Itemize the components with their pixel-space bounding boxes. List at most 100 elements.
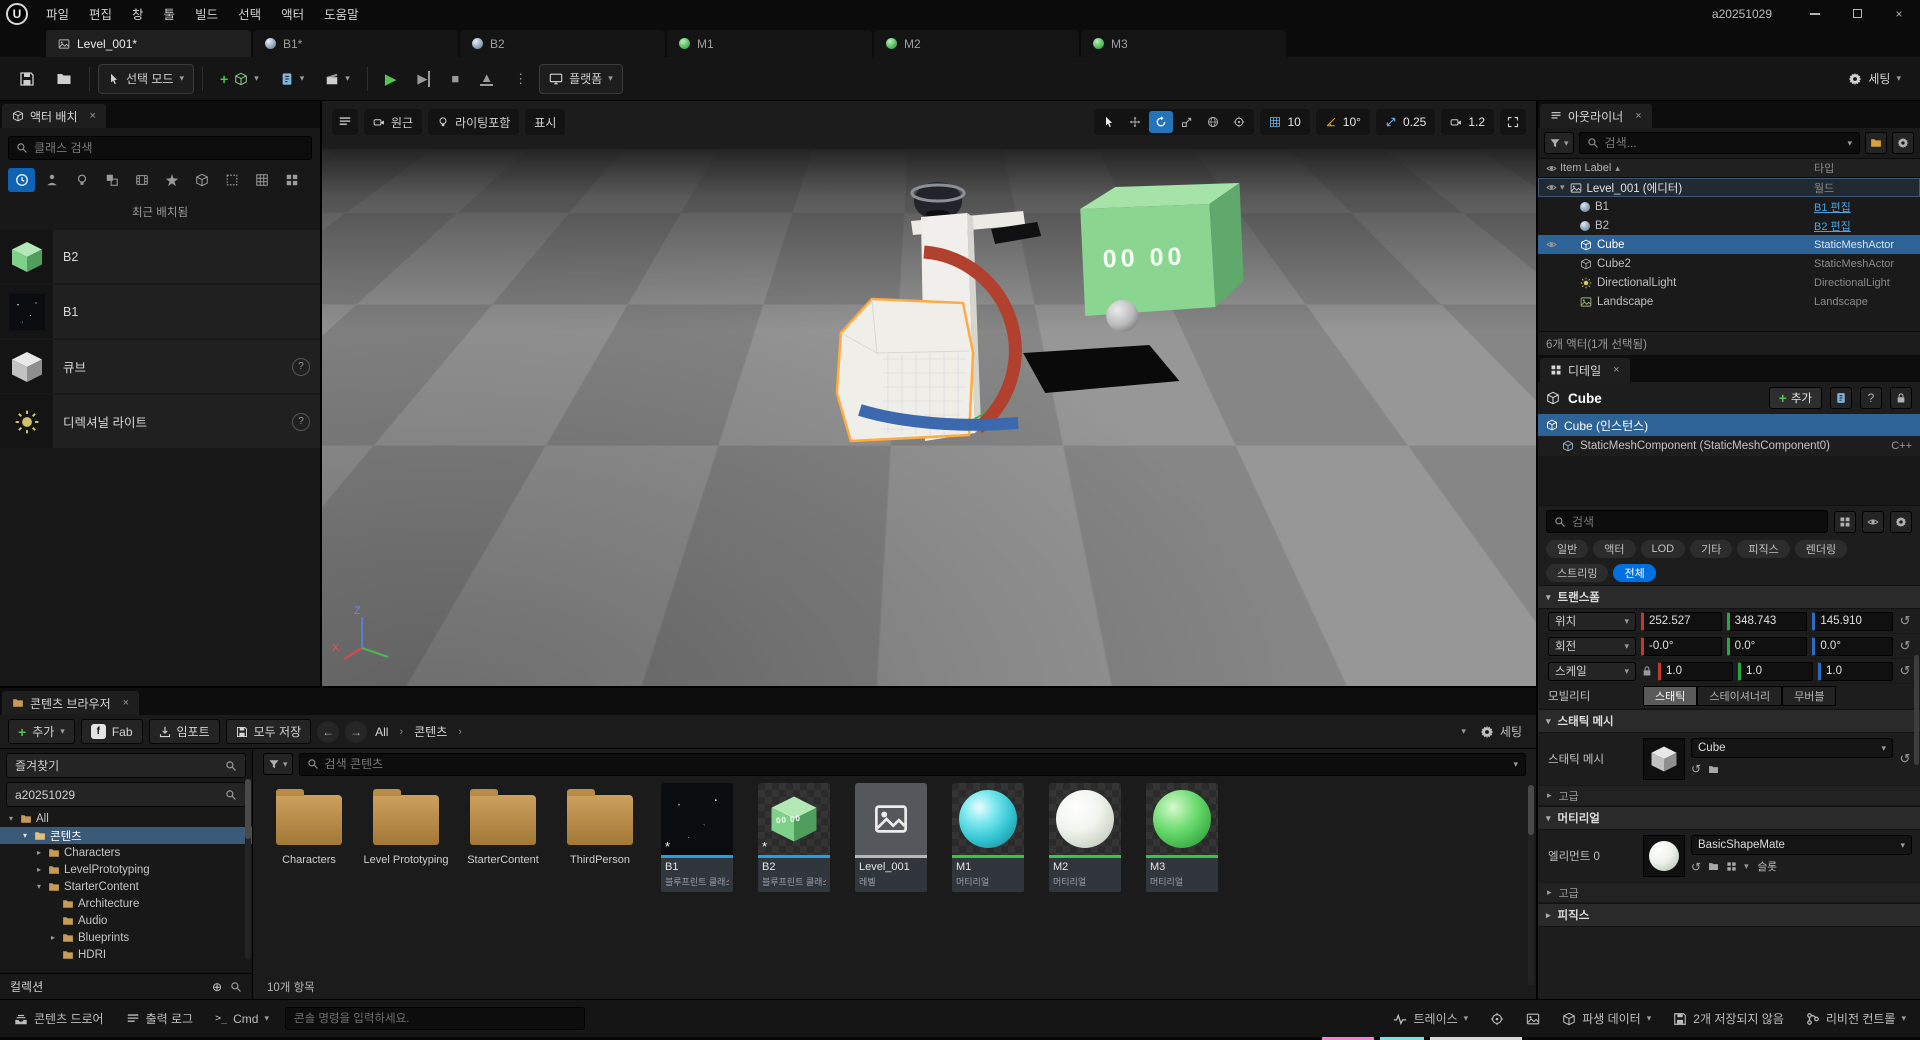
- filter-rendering[interactable]: 렌더링: [1795, 540, 1847, 558]
- breadcrumb-content[interactable]: 콘텐츠: [412, 723, 449, 740]
- scale-tool-button[interactable]: [1175, 111, 1199, 133]
- asset-tile-m1[interactable]: M1머티리얼: [944, 783, 1032, 892]
- section-static-mesh[interactable]: ▾스태틱 메시: [1538, 709, 1920, 733]
- outliner-search-input[interactable]: [1605, 136, 1842, 150]
- menu-file[interactable]: 파일: [36, 0, 79, 27]
- reset-icon[interactable]: ↺: [1898, 638, 1912, 654]
- asset-search[interactable]: ▾: [299, 753, 1526, 776]
- outliner-filter-button[interactable]: ▾: [1544, 132, 1574, 154]
- mobility-stationary-button[interactable]: 스테이셔너리: [1697, 686, 1782, 706]
- material-dropdown[interactable]: BasicShapeMate▾: [1691, 835, 1912, 855]
- close-icon[interactable]: ×: [1635, 110, 1641, 122]
- category-visual-effects[interactable]: [158, 168, 185, 192]
- menu-build[interactable]: 빌드: [185, 0, 228, 27]
- viewport-menu-button[interactable]: [332, 109, 358, 135]
- new-folder-button[interactable]: [1865, 132, 1887, 154]
- lock-scale-icon[interactable]: [1641, 665, 1653, 677]
- menu-actor[interactable]: 액터: [271, 0, 314, 27]
- rotation-x-field[interactable]: -0.0°: [1641, 637, 1722, 656]
- filter-physics[interactable]: 피직스: [1737, 540, 1789, 558]
- outliner-row-landscape[interactable]: Landscape Landscape: [1538, 292, 1920, 311]
- platforms-dropdown[interactable]: 플랫폼▾: [539, 64, 623, 94]
- outliner-row-b1[interactable]: B1 B1 편집: [1538, 197, 1920, 216]
- add-component-button[interactable]: +추가: [1769, 387, 1822, 409]
- category-geometry[interactable]: [188, 168, 215, 192]
- class-search-input[interactable]: [34, 141, 304, 155]
- add-actor-button[interactable]: +▾: [211, 64, 268, 94]
- class-search[interactable]: [8, 136, 312, 160]
- tree-item-startercontent[interactable]: ▾StarterContent: [0, 878, 252, 895]
- scale-dropdown[interactable]: 스케일▾: [1548, 662, 1636, 681]
- outliner-row-b2[interactable]: B2 B2 편집: [1538, 216, 1920, 235]
- material-thumbnail[interactable]: [1643, 835, 1685, 877]
- location-y-field[interactable]: 348.743: [1727, 612, 1808, 631]
- asset-tile-m2[interactable]: M2머티리얼: [1041, 783, 1129, 892]
- collections-header[interactable]: 컬렉션⊕: [0, 973, 252, 999]
- add-collection-icon[interactable]: ⊕: [212, 980, 222, 994]
- eye-icon[interactable]: [1546, 239, 1557, 250]
- browse-icon[interactable]: [1708, 861, 1719, 872]
- world-local-toggle[interactable]: [1201, 111, 1225, 133]
- tab-m2[interactable]: M2: [874, 30, 1079, 57]
- unreal-logo-icon[interactable]: U: [6, 3, 28, 25]
- folder-tile-characters[interactable]: Characters: [265, 783, 353, 868]
- scale-x-field[interactable]: 1.0: [1658, 662, 1733, 681]
- details-search[interactable]: [1546, 510, 1828, 533]
- reset-icon[interactable]: ↺: [1898, 751, 1912, 767]
- edit-link[interactable]: B1 편집: [1814, 202, 1851, 214]
- edit-link[interactable]: B2 편집: [1814, 221, 1851, 233]
- cmd-dropdown[interactable]: >_Cmd▾: [209, 1006, 275, 1032]
- view-mode-dropdown[interactable]: 라이팅포함: [428, 109, 519, 135]
- convert-blueprint-button[interactable]: [1830, 387, 1852, 409]
- location-z-field[interactable]: 145.910: [1812, 612, 1893, 631]
- static-mesh-advanced[interactable]: ▸고급: [1538, 786, 1920, 806]
- menu-tools[interactable]: 툴: [154, 0, 186, 27]
- close-icon[interactable]: ×: [123, 697, 129, 709]
- green-cube-mesh[interactable]: 00 00: [1080, 183, 1243, 316]
- menu-edit[interactable]: 편집: [79, 0, 122, 27]
- tree-item-characters[interactable]: ▸Characters: [0, 844, 252, 861]
- close-icon[interactable]: ×: [1613, 364, 1619, 376]
- show-dropdown[interactable]: 표시: [525, 109, 565, 135]
- materials-advanced[interactable]: ▸고급: [1538, 883, 1920, 903]
- tree-item-audio[interactable]: Audio: [0, 912, 252, 929]
- close-button[interactable]: ×: [1878, 0, 1920, 27]
- scale-y-field[interactable]: 1.0: [1738, 662, 1813, 681]
- section-materials[interactable]: ▾머티리얼: [1538, 806, 1920, 830]
- asset-tile-b1[interactable]: * B1블루프린트 클래스: [653, 783, 741, 892]
- category-shapes[interactable]: [98, 168, 125, 192]
- rotation-dropdown[interactable]: 회전▾: [1548, 637, 1636, 656]
- outliner-row-cube[interactable]: Cube StaticMeshActor: [1538, 235, 1920, 254]
- outliner-column-header[interactable]: Item Label▴ 타입: [1538, 158, 1920, 178]
- asset-tile-m3[interactable]: M3머티리얼: [1138, 783, 1226, 892]
- rotate-tool-button[interactable]: [1149, 111, 1173, 133]
- menu-help[interactable]: 도움말: [314, 0, 369, 27]
- category-basic[interactable]: [38, 168, 65, 192]
- folder-tile-level-prototyping[interactable]: Level Prototyping: [362, 783, 450, 868]
- filter-lod[interactable]: LOD: [1641, 540, 1686, 558]
- rotation-z-field[interactable]: 0.0°: [1812, 637, 1893, 656]
- folder-tile-startercontent[interactable]: StarterContent: [459, 783, 547, 868]
- category-volumes[interactable]: [218, 168, 245, 192]
- details-scrollbar[interactable]: [1914, 655, 1919, 765]
- category-lights[interactable]: [68, 168, 95, 192]
- place-item-cube[interactable]: 큐브 ?: [0, 340, 320, 393]
- section-physics[interactable]: ▸피직스: [1538, 903, 1920, 927]
- tree-item-architecture[interactable]: Architecture: [0, 895, 252, 912]
- details-settings-button[interactable]: [1890, 511, 1912, 533]
- filter-all[interactable]: 전체: [1613, 564, 1655, 582]
- tab-level-001[interactable]: Level_001*: [46, 30, 251, 57]
- play-button[interactable]: ▶: [376, 64, 406, 94]
- chevron-down-icon[interactable]: ▾: [1513, 760, 1518, 769]
- screenshot-button[interactable]: [1520, 1006, 1546, 1032]
- unsaved-button[interactable]: 2개 저장되지 않음: [1667, 1006, 1790, 1032]
- filter-streaming[interactable]: 스트리밍: [1546, 564, 1608, 582]
- perspective-dropdown[interactable]: 원근: [364, 109, 422, 135]
- trace-button[interactable]: 트레이스▾: [1387, 1006, 1474, 1032]
- tab-content-browser[interactable]: 콘텐츠 브라우저×: [2, 691, 139, 715]
- skip-button[interactable]: ▶: [408, 64, 439, 94]
- menu-select[interactable]: 선택: [228, 0, 271, 27]
- outliner-row-level[interactable]: ▾Level_001 (에디터) 월드: [1538, 178, 1920, 197]
- chevron-down-icon[interactable]: ▾: [1461, 727, 1466, 736]
- search-icon[interactable]: [225, 789, 237, 801]
